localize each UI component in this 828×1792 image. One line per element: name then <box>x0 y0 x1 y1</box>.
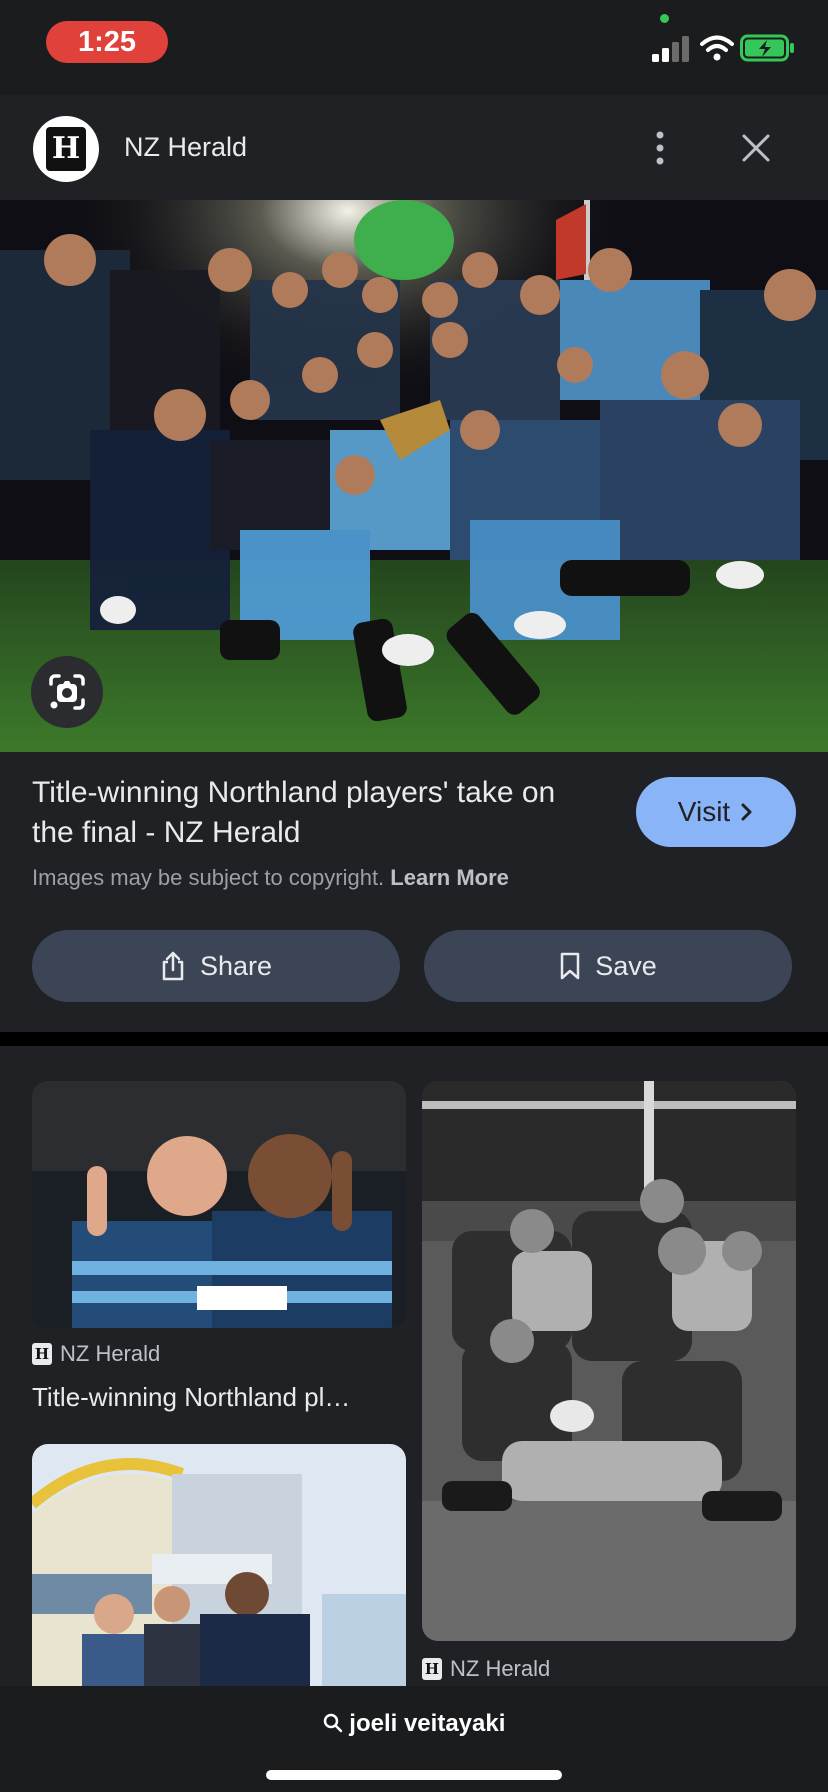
three-men-stadium-photo <box>32 1444 406 1686</box>
lens-button[interactable] <box>31 656 103 728</box>
bookmark-icon <box>560 952 580 980</box>
share-icon <box>162 951 184 981</box>
related-source-name-1: NZ Herald <box>60 1341 161 1366</box>
visit-button-label: Visit <box>677 796 731 827</box>
hero-image[interactable] <box>0 200 828 752</box>
related-image-3[interactable] <box>32 1444 406 1686</box>
save-button-label: Save <box>595 950 657 981</box>
source-name[interactable]: NZ Herald <box>124 132 247 163</box>
source-header: H NZ Herald <box>0 95 828 200</box>
save-button[interactable]: Save <box>424 930 792 1002</box>
bottom-search-bar[interactable]: joeli veitayaki <box>0 1686 828 1792</box>
privacy-indicator-dot <box>660 14 669 23</box>
nz-herald-logo-icon: H <box>422 1658 442 1680</box>
battery-charging-icon <box>740 34 794 62</box>
signal-icon <box>652 36 689 62</box>
copyright-notice: Images may be subject to copyright. Lear… <box>32 865 509 891</box>
share-button-label: Share <box>199 950 273 981</box>
related-source-1: H NZ Herald <box>32 1341 160 1367</box>
share-button[interactable]: Share <box>32 930 400 1002</box>
wifi-icon <box>700 35 734 61</box>
players-celebrating-photo <box>32 1081 406 1328</box>
lens-icon <box>49 674 85 710</box>
source-logo[interactable]: H <box>33 116 99 182</box>
search-query-text: joeli veitayaki <box>349 1710 506 1737</box>
section-divider <box>0 1032 828 1046</box>
related-title-1[interactable]: Title-winning Northland pl… <box>32 1382 350 1413</box>
learn-more-link[interactable]: Learn More <box>390 865 509 890</box>
chevron-right-icon <box>741 803 752 821</box>
search-query[interactable]: joeli veitayaki <box>0 1710 828 1738</box>
visit-button[interactable]: Visit <box>636 777 796 847</box>
source-logo-letter: H <box>46 127 86 171</box>
close-icon[interactable] <box>736 125 776 171</box>
team-celebration-photo <box>0 200 828 752</box>
related-source-name-2: NZ Herald <box>450 1656 551 1681</box>
related-image-2[interactable] <box>422 1081 796 1641</box>
search-icon <box>323 1713 342 1733</box>
status-time: 1:25 <box>46 21 168 63</box>
related-images-grid: H NZ Herald Title-winning Northland pl… <box>0 1046 828 1686</box>
result-title[interactable]: Title-winning Northland players' take on… <box>32 773 592 853</box>
status-bar: 1:25 <box>0 0 828 95</box>
home-indicator[interactable] <box>266 1770 562 1780</box>
nz-herald-logo-icon: H <box>32 1343 52 1365</box>
copyright-text: Images may be subject to copyright. <box>32 865 385 890</box>
related-source-2: H NZ Herald <box>422 1656 550 1682</box>
rugby-scrum-photo <box>422 1081 796 1641</box>
related-image-1[interactable] <box>32 1081 406 1328</box>
more-vert-icon[interactable] <box>640 125 680 171</box>
image-preview-panel: H NZ Herald Title-winning Northland play… <box>0 95 828 1032</box>
